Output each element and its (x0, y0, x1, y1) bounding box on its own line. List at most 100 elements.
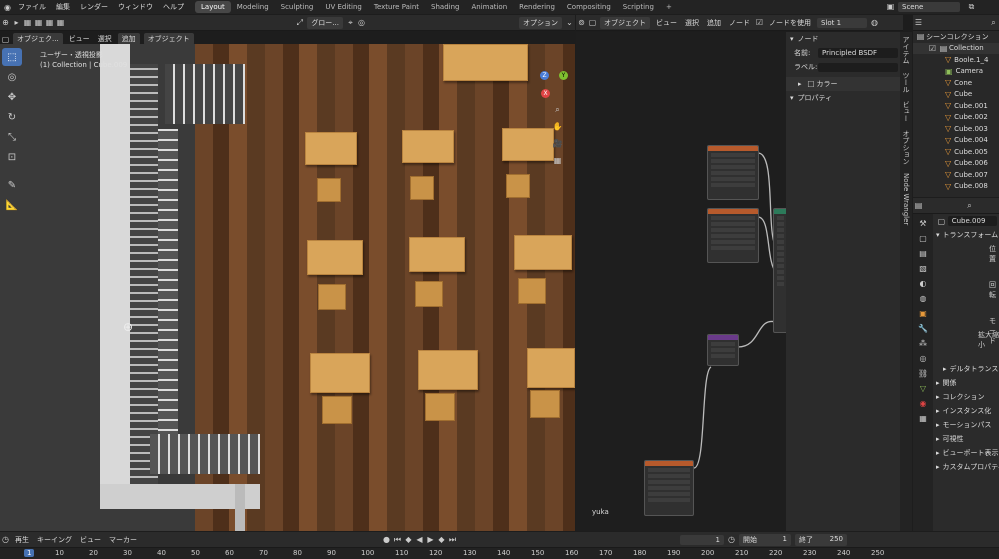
color-checkbox[interactable]: ☐ (806, 79, 817, 90)
constraints-tab-icon[interactable]: ⛓ (918, 368, 929, 379)
material-tab-icon[interactable]: ◉ (918, 398, 929, 409)
image-texture-node[interactable] (644, 460, 694, 516)
timeline-menu-keying[interactable]: キーイング (33, 535, 76, 545)
mapping-node[interactable] (707, 334, 739, 366)
principled-bsdf-node[interactable] (773, 208, 786, 333)
data-tab-icon[interactable]: ▽ (918, 383, 929, 394)
slot-dropdown[interactable]: Slot 1 (817, 17, 867, 28)
current-frame-field[interactable]: 1 (680, 534, 724, 545)
object-tab-icon[interactable]: ▣ (918, 308, 929, 319)
outliner-item[interactable]: ▽ Cube.003 (913, 123, 999, 135)
timeline-type-icon[interactable]: ◷ (0, 534, 11, 545)
outliner-item[interactable]: ▽ Cube.005 (913, 146, 999, 158)
checkbox-icon[interactable]: ☑ (927, 43, 938, 54)
scene-selector[interactable]: ▣ Scene ⧉ (885, 1, 977, 12)
camera-icon[interactable]: 🎥 (552, 138, 563, 149)
cursor-icon[interactable]: ◎ (2, 68, 22, 86)
shader-type-dropdown[interactable]: オブジェクト (600, 16, 650, 29)
viewport-menu-view[interactable]: ビュー (65, 34, 94, 44)
tab-texture-paint[interactable]: Texture Paint (368, 1, 425, 13)
navigation-gizmo[interactable]: Z Y X (536, 62, 575, 102)
image-texture-node[interactable] (707, 208, 759, 263)
tab-rendering[interactable]: Rendering (513, 1, 561, 13)
collections-section[interactable]: ▸ コレクション (933, 390, 999, 404)
motion-paths-section[interactable]: ▸ モーションパス (933, 418, 999, 432)
node-label-field[interactable] (818, 62, 898, 72)
end-frame-field[interactable]: 終了 250 (795, 533, 847, 546)
measure-icon[interactable]: 📐 (2, 196, 22, 214)
scene-collection-row[interactable]: ▤ シーンコレクション (913, 31, 999, 43)
texture-tab-icon[interactable]: ▦ (918, 413, 929, 424)
tab-shading[interactable]: Shading (425, 1, 465, 13)
timeline-menu-view[interactable]: ビュー (76, 535, 105, 545)
outliner-item[interactable]: ▽ Cube.006 (913, 158, 999, 170)
move-icon[interactable]: ✥ (2, 88, 22, 106)
menu-window[interactable]: ウィンドウ (113, 2, 158, 12)
tab-node-wrangler[interactable]: Node Wrangler (902, 169, 910, 229)
relations-section[interactable]: ▸ 関係 (933, 376, 999, 390)
tab-uv-editing[interactable]: UV Editing (319, 1, 368, 13)
tab-view[interactable]: ビュー (901, 97, 911, 126)
object-name-field[interactable]: Cube.009 (947, 216, 997, 226)
search-icon[interactable]: ⌕ (988, 17, 999, 28)
transform-pivot-icon[interactable]: ⤢ (294, 17, 305, 28)
start-frame-field[interactable]: 開始 1 (739, 533, 791, 546)
3d-cursor-icon[interactable]: ⊕ (123, 320, 133, 334)
node-name-field[interactable]: Principled BSDF (818, 48, 898, 58)
material-sphere-icon[interactable]: ◍ (869, 17, 880, 28)
modifier-tab-icon[interactable]: 🔧 (918, 323, 929, 334)
outliner-item[interactable]: ▽ Cube.002 (913, 112, 999, 124)
particles-tab-icon[interactable]: ⁂ (918, 338, 929, 349)
delta-transform-section[interactable]: ▸デルタトランスフォーム (933, 362, 999, 376)
use-nodes-checkbox[interactable]: ☑ (754, 17, 765, 28)
transform-icon[interactable]: ⊡ (2, 148, 22, 166)
play-icon[interactable]: ▶ (425, 534, 436, 545)
clock-icon[interactable]: ◷ (726, 534, 737, 545)
record-icon[interactable]: ● (381, 534, 392, 545)
tab-animation[interactable]: Animation (465, 1, 513, 13)
outliner-item[interactable]: ▽ Boole.1_4 (913, 54, 999, 66)
timeline-menu-marker[interactable]: マーカー (105, 535, 141, 545)
output-tab-icon[interactable]: ▤ (918, 248, 929, 259)
zoom-icon[interactable]: ⌕ (552, 104, 563, 115)
scene-tab-icon[interactable]: ◐ (918, 278, 929, 289)
outliner-type-icon[interactable]: ☰ (913, 17, 924, 28)
outliner-item[interactable]: ▽ Cube.008 (913, 181, 999, 193)
tool-tab-icon[interactable]: ⚒ (918, 218, 929, 229)
node-menu-node[interactable]: ノード (725, 18, 754, 28)
timeline-ruler[interactable]: 1 10 20 30 40 50 60 70 80 90 100 110 120 130 140 150 160… (0, 548, 999, 559)
grid-icon[interactable]: ▦ (552, 155, 563, 166)
scale-icon[interactable]: ⤡ (2, 128, 22, 146)
annotate-icon[interactable]: ✎ (2, 176, 22, 194)
node-menu-view[interactable]: ビュー (652, 18, 681, 28)
search-icon[interactable]: ⌕ (964, 200, 975, 211)
properties-section[interactable]: ▾ プロパティ (786, 91, 900, 105)
jump-start-icon[interactable]: ⏮ (392, 534, 403, 545)
copy-icon[interactable]: ⧉ (966, 1, 977, 12)
timeline-menu-playback[interactable]: 再生 (11, 535, 33, 545)
physics-tab-icon[interactable]: ◎ (918, 353, 929, 364)
scene-name[interactable]: Scene (898, 1, 960, 12)
outliner-item[interactable]: ▽ Cube.007 (913, 169, 999, 181)
transform-orientation[interactable]: グロー... (307, 16, 343, 29)
custom-properties-section[interactable]: ▸ カスタムプロパティ (933, 460, 999, 474)
gizmo-z[interactable]: Z (540, 71, 549, 80)
menu-render[interactable]: レンダー (75, 2, 113, 12)
node-menu-select[interactable]: 選択 (681, 18, 703, 28)
tab-compositing[interactable]: Compositing (561, 1, 617, 13)
world-tab-icon[interactable]: ◍ (918, 293, 929, 304)
visibility-section[interactable]: ▸ 可視性 (933, 432, 999, 446)
tab-tool[interactable]: ツール (901, 68, 911, 97)
next-keyframe-icon[interactable]: ◆ (436, 534, 447, 545)
proportional-icon[interactable]: ◎ (356, 17, 367, 28)
select-mode-2-icon[interactable]: ▦ (33, 17, 44, 28)
color-subpanel[interactable]: ▸ ☐ カラー (786, 77, 900, 91)
image-texture-node[interactable] (707, 145, 759, 200)
prev-keyframe-icon[interactable]: ◆ (403, 534, 414, 545)
node-section-header[interactable]: ▾ ノード (786, 32, 900, 46)
chevron-down-icon[interactable]: ⌄ (564, 17, 575, 28)
instancing-section[interactable]: ▸ インスタンス化 (933, 404, 999, 418)
jump-end-icon[interactable]: ⏭ (447, 534, 458, 545)
view-layer-tab-icon[interactable]: ▧ (918, 263, 929, 274)
outliner-item[interactable]: ▽ Cube.004 (913, 135, 999, 147)
